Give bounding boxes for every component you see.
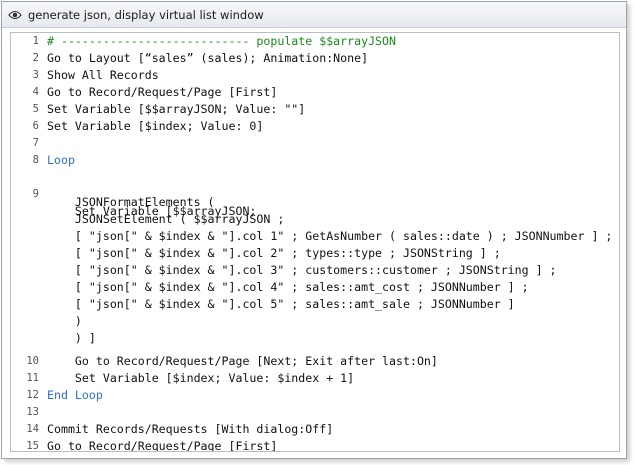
calculation-block: JSONFormatElements ( JSONSetElement ( $$…: [11, 194, 619, 347]
calc-line: [ "json[" & $index & "].col 4" ; sales::…: [11, 279, 619, 296]
line-number: 1: [32, 35, 39, 47]
script-lines-top: 1 # --------------------------- populate …: [11, 33, 619, 169]
step-text: Show All Records: [47, 68, 159, 82]
calc-text: ) ]: [47, 331, 96, 345]
calc-line: JSONSetElement ( $$arrayJSON ;: [11, 211, 619, 228]
calc-text: [ "json[" & $index & "].col 1" ; GetAsNu…: [47, 229, 613, 243]
step-text: End Loop: [47, 388, 103, 402]
calc-line: [ "json[" & $index & "].col 2" ; types::…: [11, 245, 619, 262]
script-step-1[interactable]: 1 # --------------------------- populate …: [11, 33, 619, 50]
line-number: 5: [32, 103, 39, 115]
script-step-12[interactable]: 12 End Loop: [11, 387, 619, 404]
script-lines-bottom: 10 Go to Record/Request/Page [Next; Exit…: [11, 353, 619, 452]
line-number: 11: [26, 372, 39, 384]
script-step-4[interactable]: 4 Go to Record/Request/Page [First]: [11, 84, 619, 101]
script-step-15[interactable]: 15 Go to Record/Request/Page [First]: [11, 438, 619, 452]
script-step-7[interactable]: 7: [11, 135, 619, 152]
script-step-10[interactable]: 10 Go to Record/Request/Page [Next; Exit…: [11, 353, 619, 370]
calc-text: [ "json[" & $index & "].col 4" ; sales::…: [47, 280, 529, 294]
script-step-14[interactable]: 14 Commit Records/Requests [With dialog:O…: [11, 421, 619, 438]
step-text: Set Variable [$index; Value: $index + 1]: [47, 371, 355, 385]
step-text: Commit Records/Requests [With dialog:Off…: [47, 422, 334, 436]
script-step-9[interactable]: 9 Set Variable [$$arrayJSON; JSONFormatE…: [11, 169, 619, 353]
script-editor[interactable]: 1 # --------------------------- populate …: [10, 32, 620, 452]
calc-line: [ "json[" & $index & "].col 3" ; custome…: [11, 262, 619, 279]
eye-icon: [8, 10, 22, 19]
step-text: Loop: [47, 153, 75, 167]
calc-line: [ "json[" & $index & "].col 1" ; GetAsNu…: [11, 228, 619, 245]
script-step-6[interactable]: 6 Set Variable [$index; Value: 0]: [11, 118, 619, 135]
script-viewer-window: generate json, display virtual list wind…: [1, 1, 627, 459]
calc-text: [ "json[" & $index & "].col 2" ; types::…: [47, 246, 501, 260]
line-number: 2: [32, 52, 39, 64]
step-text: # --------------------------- populate $…: [47, 34, 397, 48]
step-text: Go to Record/Request/Page [First]: [47, 439, 278, 452]
line-number: 10: [26, 355, 39, 367]
line-number: 14: [26, 423, 39, 435]
calc-text: [ "json[" & $index & "].col 3" ; custome…: [47, 263, 557, 277]
step-text: Set Variable [$$arrayJSON; Value: ""]: [47, 102, 306, 116]
script-step-5[interactable]: 5 Set Variable [$$arrayJSON; Value: ""]: [11, 101, 619, 118]
line-number: 3: [32, 69, 39, 81]
script-step-8[interactable]: 8 Loop: [11, 152, 619, 169]
line-number: 4: [32, 86, 39, 98]
step-text: Go to Record/Request/Page [Next; Exit af…: [47, 354, 438, 368]
calc-line: [ "json[" & $index & "].col 5" ; sales::…: [11, 296, 619, 313]
step-text: Set Variable [$index; Value: 0]: [47, 119, 264, 133]
script-step-3[interactable]: 3 Show All Records: [11, 67, 619, 84]
calc-line: ) ]: [11, 330, 619, 347]
line-number: 6: [32, 120, 39, 132]
line-number: 12: [26, 389, 39, 401]
calc-text: JSONFormatElements (: [47, 195, 215, 209]
line-number: 8: [32, 154, 39, 166]
line-number: 15: [26, 440, 39, 452]
calc-line: ): [11, 313, 619, 330]
calc-text: JSONSetElement ( $$arrayJSON ;: [47, 212, 285, 226]
calc-line: JSONFormatElements (: [11, 194, 619, 211]
script-step-11[interactable]: 11 Set Variable [$index; Value: $index +…: [11, 370, 619, 387]
step-text: Go to Layout [“sales” (sales); Animation…: [47, 51, 369, 65]
title-bar: generate json, display virtual list wind…: [2, 2, 626, 28]
line-number: 13: [26, 406, 39, 418]
calc-text: ): [47, 314, 82, 328]
script-step-2[interactable]: 2 Go to Layout [“sales” (sales); Animatio…: [11, 50, 619, 67]
line-number: 7: [32, 137, 39, 149]
calc-text: [ "json[" & $index & "].col 5" ; sales::…: [47, 297, 515, 311]
window-title: generate json, display virtual list wind…: [28, 7, 264, 22]
step-text: Go to Record/Request/Page [First]: [47, 85, 278, 99]
script-step-13[interactable]: 13: [11, 404, 619, 421]
